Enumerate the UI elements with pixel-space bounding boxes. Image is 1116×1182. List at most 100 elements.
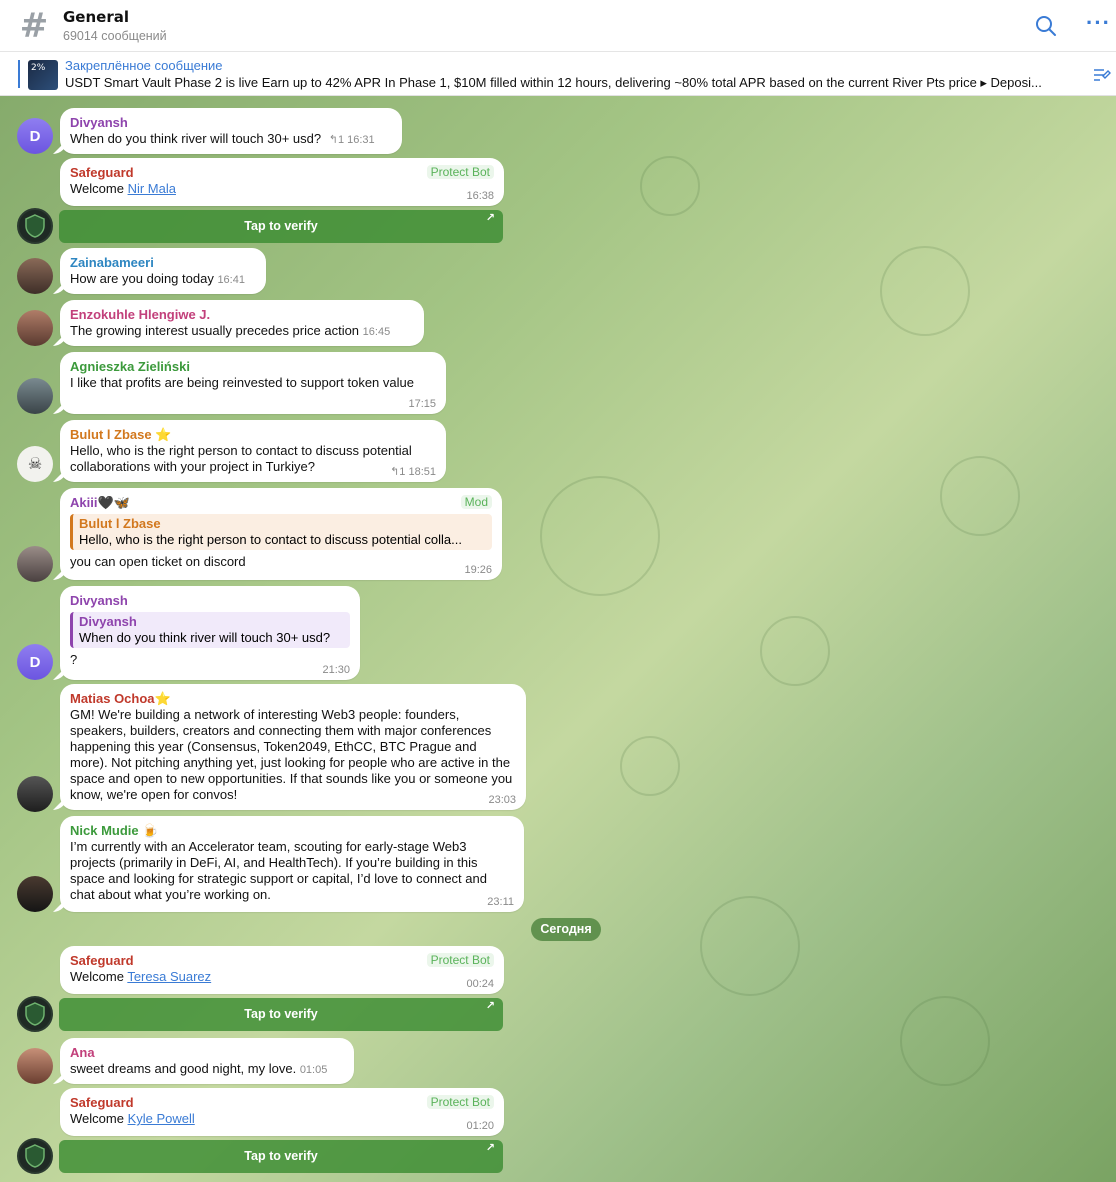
reply-icon[interactable]: ↰: [390, 466, 399, 478]
mod-badge: Mod: [460, 495, 492, 509]
pinned-indicator: [18, 60, 20, 88]
message-text: How are you doing today: [70, 271, 214, 286]
hashtag-icon: #: [19, 5, 49, 46]
avatar[interactable]: D: [17, 118, 53, 154]
quoted-sender: Divyansh: [79, 614, 137, 629]
message-text: Welcome: [70, 181, 128, 196]
pinned-thumbnail: 2%: [28, 60, 58, 90]
sender-name[interactable]: Enzokuhle Hlengiwe J.: [70, 306, 414, 323]
sender-name[interactable]: Divyansh: [70, 114, 392, 131]
message-text: I’m currently with an Accelerator team, …: [70, 839, 487, 902]
safeguard-avatar[interactable]: [17, 1138, 53, 1174]
verify-label: Tap to verify: [244, 1149, 318, 1163]
message-bubble[interactable]: Safeguard Protect Bot Welcome Kyle Powel…: [60, 1088, 504, 1136]
message-bubble[interactable]: Akiii🖤🦋 Mod Bulut l Zbase Hello, who is …: [60, 488, 502, 580]
sender-name[interactable]: Akiii🖤🦋: [70, 494, 492, 511]
user-mention-link[interactable]: Nir Mala: [128, 181, 176, 196]
doodle-decoration: [640, 156, 700, 216]
verify-label: Tap to verify: [244, 219, 318, 233]
date-divider: Сегодня: [531, 918, 601, 941]
message-text: When do you think river will touch 30+ u…: [70, 131, 322, 146]
avatar[interactable]: [17, 258, 53, 294]
avatar[interactable]: D: [17, 644, 53, 680]
sender-name[interactable]: Divyansh: [70, 592, 350, 609]
message-bubble[interactable]: Nick Mudie 🍺 I’m currently with an Accel…: [60, 816, 524, 912]
logo-icon: ☠: [27, 456, 43, 473]
message-time: 01:20: [466, 1120, 494, 1132]
pinned-text: USDT Smart Vault Phase 2 is live Earn up…: [65, 75, 1042, 90]
quoted-reply[interactable]: Divyansh When do you think river will to…: [70, 612, 350, 648]
doodle-decoration: [700, 896, 800, 996]
external-link-icon: ↗: [485, 1142, 495, 1154]
doodle-decoration: [900, 996, 990, 1086]
verify-button[interactable]: Tap to verify ↗: [59, 998, 503, 1031]
avatar[interactable]: [17, 1048, 53, 1084]
message-count: 69014 сообщений: [63, 29, 167, 43]
sender-name[interactable]: Bulut l Zbase ⭐: [70, 426, 436, 443]
verify-label: Tap to verify: [244, 1007, 318, 1021]
message-bubble[interactable]: Enzokuhle Hlengiwe J. The growing intere…: [60, 300, 424, 346]
doodle-decoration: [940, 456, 1020, 536]
more-options-icon[interactable]: ···: [1086, 12, 1112, 40]
message-time: 21:30: [322, 664, 350, 676]
message-text: The growing interest usually precedes pr…: [70, 323, 360, 338]
message-bubble[interactable]: Agnieszka Zieliński I like that profits …: [60, 352, 446, 414]
user-mention-link[interactable]: Teresa Suarez: [127, 969, 211, 984]
protect-bot-badge: Protect Bot: [426, 1095, 494, 1109]
quoted-reply[interactable]: Bulut l Zbase Hello, who is the right pe…: [70, 514, 492, 550]
sender-name[interactable]: Ana: [70, 1044, 344, 1061]
safeguard-avatar[interactable]: [17, 208, 53, 244]
verify-button[interactable]: Tap to verify ↗: [59, 210, 503, 243]
message-bubble[interactable]: Matias Ochoa⭐ GM! We're building a netwo…: [60, 684, 526, 810]
sender-name[interactable]: Nick Mudie 🍺: [70, 822, 514, 839]
message-bubble[interactable]: Divyansh When do you think river will to…: [60, 108, 402, 154]
message-time: 16:41: [217, 274, 245, 286]
message-text: Welcome: [70, 969, 128, 984]
chat-title-block[interactable]: General 69014 сообщений: [63, 8, 167, 43]
reply-count[interactable]: 1: [399, 466, 405, 478]
message-text: ?: [70, 652, 78, 667]
message-time: 23:11: [487, 896, 514, 908]
protect-bot-badge: Protect Bot: [426, 165, 494, 179]
message-bubble[interactable]: Safeguard Protect Bot Welcome Nir Mala 1…: [60, 158, 504, 206]
quoted-text: Hello, who is the right person to contac…: [79, 532, 462, 547]
sender-name[interactable]: Matias Ochoa⭐: [70, 690, 516, 707]
reply-count[interactable]: 1: [338, 134, 344, 146]
message-time: 16:38: [466, 190, 494, 202]
chat-message-area[interactable]: D Divyansh When do you think river will …: [0, 96, 1116, 1182]
message-bubble[interactable]: Zainabameeri How are you doing today 16:…: [60, 248, 266, 294]
message-bubble[interactable]: Safeguard Protect Bot Welcome Teresa Sua…: [60, 946, 504, 994]
message-time: 19:26: [464, 564, 492, 576]
message-text: I like that profits are being reinvested…: [70, 375, 414, 390]
message-time: 18:51: [408, 466, 436, 478]
sender-name[interactable]: Agnieszka Zieliński: [70, 358, 436, 375]
message-time: 01:05: [299, 1064, 328, 1076]
message-text: GM! We're building a network of interest…: [70, 707, 513, 802]
message-text: Hello, who is the right person to contac…: [70, 443, 412, 474]
avatar[interactable]: ☠: [17, 446, 53, 482]
external-link-icon: ↗: [485, 1000, 495, 1012]
message-bubble[interactable]: Ana sweet dreams and good night, my love…: [60, 1038, 354, 1084]
avatar[interactable]: [17, 310, 53, 346]
message-time: 16:45: [362, 326, 391, 338]
avatar[interactable]: [17, 546, 53, 582]
reply-icon[interactable]: ↰: [329, 134, 338, 146]
pinned-label: Закреплённое сообщение: [65, 58, 223, 73]
user-mention-link[interactable]: Kyle Powell: [128, 1111, 195, 1126]
doodle-decoration: [880, 246, 970, 336]
message-bubble[interactable]: Divyansh Divyansh When do you think rive…: [60, 586, 360, 680]
pinned-message-bar[interactable]: 2% Закреплённое сообщение USDT Smart Vau…: [0, 52, 1116, 96]
search-icon[interactable]: [1034, 14, 1060, 40]
message-bubble[interactable]: Bulut l Zbase ⭐ Hello, who is the right …: [60, 420, 446, 482]
message-time: 17:15: [408, 398, 436, 410]
pin-list-icon[interactable]: [1090, 64, 1112, 86]
safeguard-avatar[interactable]: [17, 996, 53, 1032]
avatar[interactable]: [17, 776, 53, 812]
message-text: you can open ticket on discord: [70, 554, 246, 569]
avatar[interactable]: [17, 378, 53, 414]
verify-button[interactable]: Tap to verify ↗: [59, 1140, 503, 1173]
message-text: sweet dreams and good night, my love.: [70, 1061, 297, 1076]
avatar[interactable]: [17, 876, 53, 912]
quoted-sender: Bulut l Zbase: [79, 516, 161, 531]
sender-name[interactable]: Zainabameeri: [70, 254, 256, 271]
